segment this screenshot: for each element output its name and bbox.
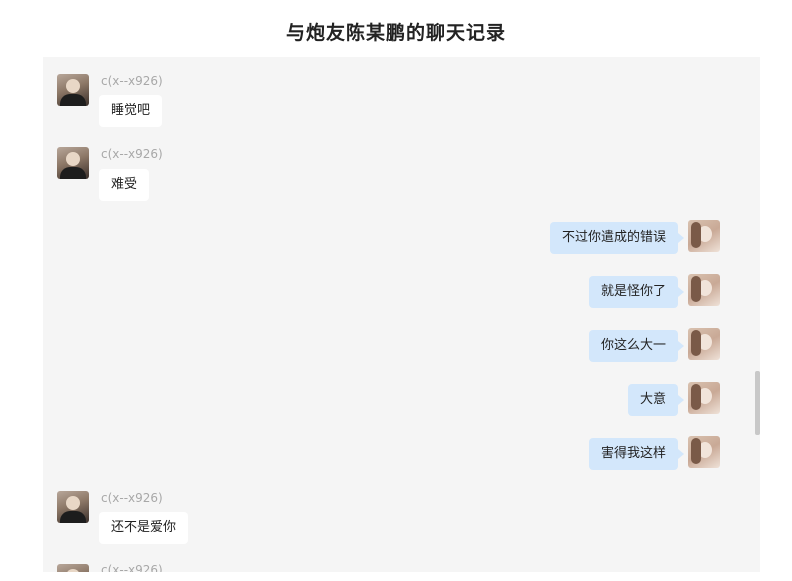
user-avatar[interactable] (688, 328, 720, 360)
chat-panel[interactable]: c(x--x926) 睡觉吧 c(x--x926) 难受 不过你遣成的错误 就是… (43, 57, 760, 572)
sender-name: c(x--x926) (101, 74, 163, 88)
contact-avatar[interactable] (57, 74, 89, 106)
user-avatar[interactable] (688, 220, 720, 252)
contact-avatar[interactable] (57, 564, 89, 572)
message-bubble[interactable]: 难受 (99, 169, 150, 201)
message-bubble[interactable]: 就是怪你了 (588, 276, 685, 308)
page-title: 与炮友陈某鹏的聊天记录 (285, 22, 506, 44)
sender-name: c(x--x926) (101, 491, 163, 505)
user-avatar[interactable] (688, 382, 720, 414)
contact-avatar[interactable] (57, 491, 89, 523)
user-avatar[interactable] (688, 274, 720, 306)
message-bubble[interactable]: 害得我这样 (588, 438, 685, 470)
message-bubble[interactable]: 还不是爱你 (99, 512, 189, 544)
message-bubble[interactable]: 睡觉吧 (99, 95, 163, 127)
contact-avatar[interactable] (57, 147, 89, 179)
sender-name: c(x--x926) (101, 563, 163, 572)
sender-name: c(x--x926) (101, 147, 163, 161)
message-bubble[interactable]: 你这么大一 (588, 330, 685, 362)
message-bubble[interactable]: 不过你遣成的错误 (549, 222, 685, 254)
scrollbar-thumb[interactable] (755, 371, 760, 435)
user-avatar[interactable] (688, 436, 720, 468)
message-bubble[interactable]: 大意 (627, 384, 685, 416)
